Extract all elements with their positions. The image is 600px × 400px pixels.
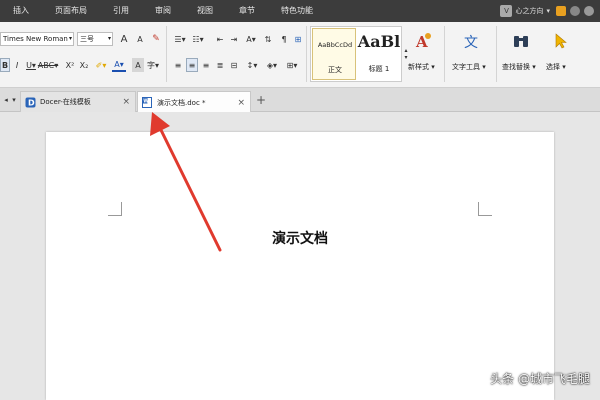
clear-format-icon[interactable]: ✎ [150,32,162,46]
ribbon-separator [444,26,445,82]
ribbon-separator [306,26,307,82]
tab-demo-document[interactable]: W 演示文档.doc * × [137,91,251,113]
style-normal[interactable]: AaBbCcDd 正文 [312,28,356,80]
document-page[interactable] [46,132,554,400]
menu-page-layout[interactable]: 页面布局 [42,0,100,22]
new-style-button[interactable]: 新样式 ▾ [408,62,435,72]
gallery-scroll-icon[interactable]: ▴ ▾ [403,26,409,82]
binoculars-icon[interactable] [512,32,530,50]
text-tools-icon[interactable]: 文 [463,32,481,50]
close-icon[interactable]: × [237,98,245,108]
decrease-indent-icon[interactable]: ⇤ [214,32,226,46]
skin-icon[interactable] [556,6,566,16]
style-normal-preview: AaBbCcDd [317,41,353,49]
distributed-icon[interactable]: ⊟ [228,58,240,72]
style-gallery: AaBbCcDd 正文 AaBl 标题 1 [310,26,402,82]
style-heading-preview: AaBl [357,32,401,51]
watermark: 头条 @城市飞毛腿 [490,372,590,386]
shading-icon[interactable]: ◈▾ [264,58,280,72]
table-icon[interactable]: ⊞ [292,32,304,46]
sort-icon[interactable]: ⇅ [262,32,274,46]
tab-label: Docer-在线模板 [40,98,91,106]
margin-corner-top-left [108,202,122,216]
char-shading-icon[interactable]: A [132,58,144,72]
line-spacing-icon[interactable]: ↕▾ [244,58,260,72]
ribbon: Times New Roman ▾ 三号 ▾ A A ✎ B I U▾ ABC▾… [0,22,600,88]
asian-layout-icon[interactable]: A▾ [243,32,259,46]
border-icon[interactable]: ⊞▾ [284,58,300,72]
chevron-down-icon: ▾ [546,7,550,15]
svg-text:D: D [28,98,35,107]
justify-icon[interactable]: ≣ [214,58,226,72]
user-account[interactable]: V 心之方向 ▾ [500,5,550,17]
bullets-icon[interactable]: ☰▾ [172,32,188,46]
strikethrough-icon[interactable]: ABC▾ [38,58,58,72]
style-normal-label: 正文 [328,66,342,74]
document-workspace: 演示文档 [0,112,600,400]
italic-icon[interactable]: I [12,58,22,72]
align-right-icon[interactable]: ≡ [200,58,212,72]
document-heading[interactable]: 演示文档 [0,228,600,248]
word-doc-icon: W [142,97,152,108]
find-replace-button[interactable]: 查找替换 ▾ [502,62,536,72]
user-name: 心之方向 [515,7,544,15]
svg-text:W: W [143,99,149,105]
tab-docer-templates[interactable]: D Docer-在线模板 × [20,91,136,112]
new-style-icon[interactable]: A [414,32,432,50]
help-icon[interactable] [570,6,580,16]
menu-references[interactable]: 引用 [100,0,142,22]
close-icon[interactable]: × [122,97,130,107]
highlight-icon[interactable]: ✐▾ [94,58,108,72]
font-name-select[interactable]: Times New Roman ▾ [0,32,74,46]
ribbon-separator [496,26,497,82]
menu-insert[interactable]: 插入 [0,0,42,22]
subscript-icon[interactable]: X₂ [78,58,90,72]
menu-special-features[interactable]: 特色功能 [268,0,326,22]
chevron-down-icon: ▾ [107,35,111,42]
grow-font-icon[interactable]: A [118,32,130,46]
ribbon-separator [166,26,167,82]
new-tab-button[interactable]: + [255,93,267,107]
underline-icon[interactable]: U▾ [24,58,38,72]
chevron-down-icon: ▾ [68,35,72,42]
font-size-select[interactable]: 三号 ▾ [77,32,113,46]
font-name-value: Times New Roman [3,35,68,43]
docer-icon: D [25,97,36,107]
menu-view[interactable]: 视图 [184,0,226,22]
menu-review[interactable]: 审阅 [142,0,184,22]
menu-chapter[interactable]: 章节 [226,0,268,22]
superscript-icon[interactable]: X² [64,58,76,72]
text-tools-label: 文字工具 [452,63,480,71]
avatar: V [500,5,513,17]
tab-scroll-left-icon[interactable]: ◂ [2,95,10,105]
font-size-value: 三号 [80,35,94,43]
shrink-font-icon[interactable]: A [134,32,146,46]
char-border-icon[interactable]: 字▾ [146,58,160,72]
style-heading-label: 标题 1 [368,65,390,73]
show-marks-icon[interactable]: ¶ [278,32,290,46]
align-left-icon[interactable]: ≡ [172,58,184,72]
select-button[interactable]: 选择 ▾ [546,62,566,72]
new-style-label: 新样式 [408,63,429,71]
align-center-icon[interactable]: ≡ [186,58,198,72]
margin-corner-top-right [478,202,492,216]
increase-indent-icon[interactable]: ⇥ [228,32,240,46]
style-heading-1[interactable]: AaBl 标题 1 [357,28,401,80]
tab-label: 演示文档.doc * [157,98,206,107]
text-tools-button[interactable]: 文字工具 ▾ [452,62,486,72]
tab-list-icon[interactable]: ▾ [10,95,18,105]
cursor-arrow-icon[interactable] [552,32,570,50]
find-replace-label: 查找替换 [502,63,530,71]
font-color-icon[interactable]: A▾ [112,58,126,72]
select-label: 选择 [546,63,560,71]
settings-icon[interactable] [584,6,594,16]
bold-icon[interactable]: B [0,58,10,72]
numbering-icon[interactable]: ☷▾ [190,32,206,46]
menu-bar: 插入 页面布局 引用 审阅 视图 章节 特色功能 V 心之方向 ▾ [0,0,600,22]
document-tab-bar: ◂ ▾ D Docer-在线模板 × W 演示文档.doc * × + [0,88,600,113]
svg-text:文: 文 [464,35,478,50]
